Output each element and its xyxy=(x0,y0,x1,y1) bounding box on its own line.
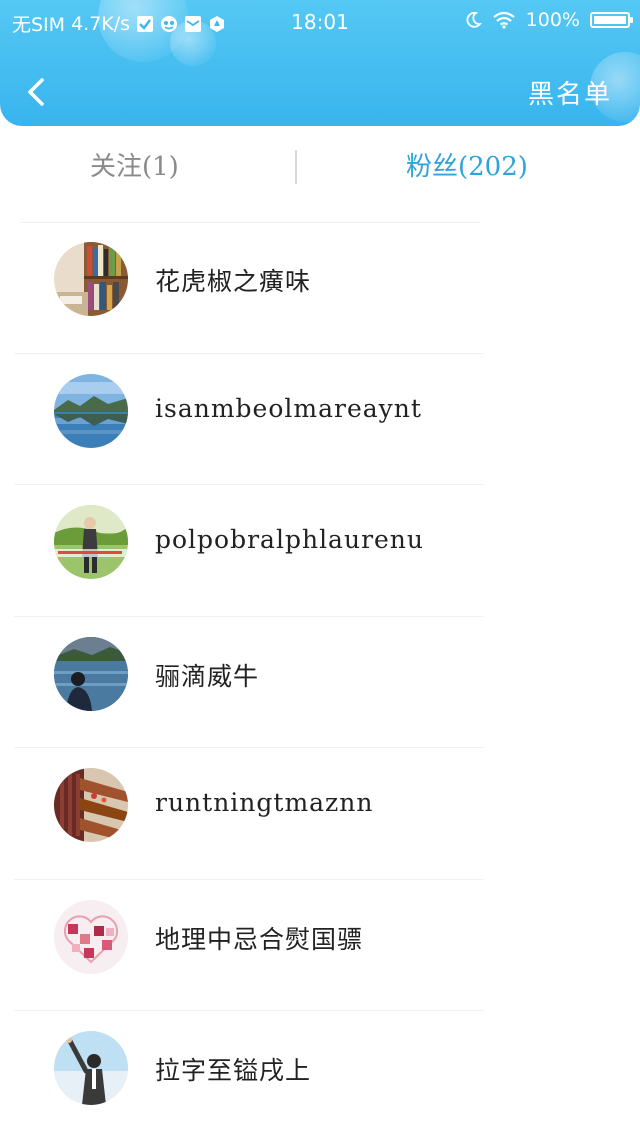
battery-percent: 100% xyxy=(525,9,580,31)
bookshelf-photo xyxy=(54,242,128,316)
tab-bar: 关注(1) 粉丝(202) xyxy=(0,126,640,223)
wooden-bench-photo xyxy=(54,768,128,842)
tab-divider xyxy=(295,150,297,184)
status-bar: 无SIM 4.7K/s 18:01 100% xyxy=(0,0,640,42)
avatar[interactable] xyxy=(54,373,128,448)
list-item[interactable]: 地理中忌合熨国骠 xyxy=(0,880,640,1011)
battery-fill xyxy=(594,16,626,24)
follower-name[interactable]: isanmbeolmareaynt xyxy=(155,394,422,423)
avatar[interactable] xyxy=(54,242,128,316)
lake-landscape-photo xyxy=(54,373,128,448)
status-right: 100% xyxy=(464,9,633,31)
back-button[interactable] xyxy=(18,70,54,114)
person-by-water-photo xyxy=(54,636,128,711)
follower-name[interactable]: polpobralphlaurenu xyxy=(155,525,424,554)
follower-name[interactable]: runtningtmaznn xyxy=(155,788,373,817)
wifi-icon xyxy=(492,11,515,29)
list-item[interactable]: isanmbeolmareaynt xyxy=(0,354,640,485)
person-sky-photo xyxy=(54,1031,128,1105)
tab-followers[interactable]: 粉丝(202) xyxy=(406,146,528,183)
followers-page: 无SIM 4.7K/s 18:01 100% 黑名单 关注(1) 粉丝(202)… xyxy=(0,0,640,1138)
avatar[interactable] xyxy=(54,899,128,974)
moon-icon xyxy=(466,11,482,28)
avatar[interactable] xyxy=(54,505,128,579)
list-item[interactable]: runtningtmaznn xyxy=(0,748,640,880)
list-item[interactable]: 骊滴威牛 xyxy=(0,617,640,748)
list-item[interactable]: 拉字至镒戌上 xyxy=(0,1011,640,1138)
tab-following[interactable]: 关注(1) xyxy=(90,146,179,183)
blacklist-button[interactable]: 黑名单 xyxy=(528,74,612,111)
avatar[interactable] xyxy=(54,768,128,842)
battery-icon xyxy=(590,12,633,28)
chevron-left-icon xyxy=(28,78,44,106)
list-item[interactable]: 花虎椒之癀味 xyxy=(0,222,640,354)
puzzle-heart-photo xyxy=(54,899,128,974)
list-item[interactable]: polpobralphlaurenu xyxy=(0,485,640,617)
avatar[interactable] xyxy=(54,636,128,711)
follower-name[interactable]: 拉字至镒戌上 xyxy=(155,1051,311,1087)
person-outdoor-photo xyxy=(54,505,128,579)
follower-name[interactable]: 地理中忌合熨国骠 xyxy=(155,920,363,956)
avatar[interactable] xyxy=(54,1031,128,1105)
header-bar: 无SIM 4.7K/s 18:01 100% 黑名单 xyxy=(0,0,640,126)
follower-name[interactable]: 花虎椒之癀味 xyxy=(155,262,311,298)
follower-name[interactable]: 骊滴威牛 xyxy=(155,657,259,693)
followers-list: 花虎椒之癀味 isanmbeolmareaynt polpobralphlaur… xyxy=(0,222,640,1138)
